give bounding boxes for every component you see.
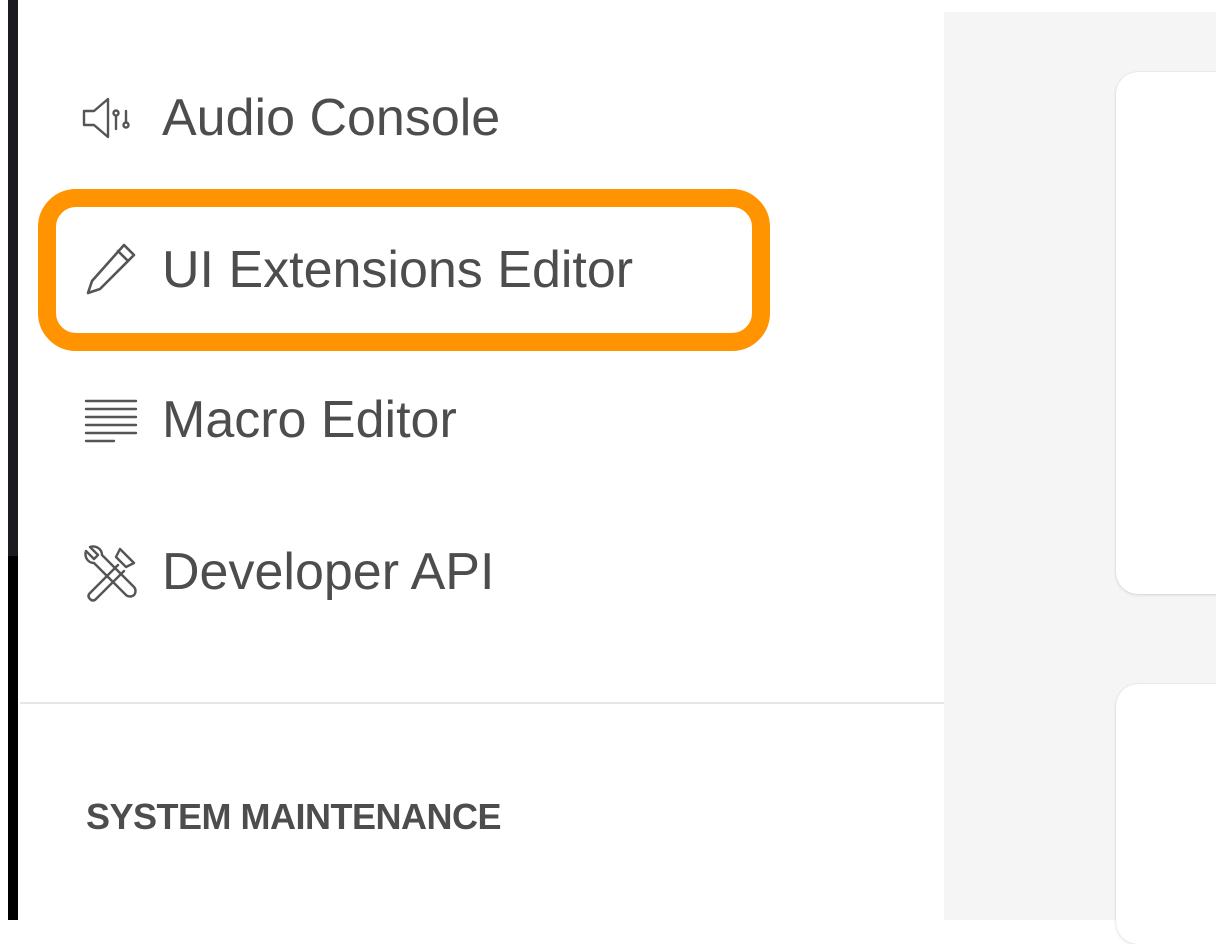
dark-edge-bar-top bbox=[8, 0, 18, 556]
main-content bbox=[944, 12, 1216, 944]
sidebar-item-label: Audio Console bbox=[162, 89, 501, 147]
window-left-edge bbox=[0, 0, 20, 920]
sidebar-item-label: UI Extensions Editor bbox=[162, 241, 634, 299]
content-card bbox=[1116, 684, 1216, 944]
sidebar-divider bbox=[20, 702, 944, 704]
section-heading-system-maintenance: SYSTEM MAINTENANCE bbox=[86, 796, 502, 837]
sidebar-item-developer-api[interactable]: Developer API bbox=[80, 532, 494, 612]
sidebar-item-ui-extensions-editor[interactable]: UI Extensions Editor bbox=[80, 230, 633, 310]
sidebar-item-audio-console[interactable]: Audio Console bbox=[80, 78, 500, 158]
sidebar-item-label: Macro Editor bbox=[162, 391, 457, 449]
sidebar: Audio Console UI Extensions Editor Macro… bbox=[20, 0, 944, 920]
content-card bbox=[1116, 72, 1216, 594]
speaker-icon bbox=[80, 87, 142, 149]
sidebar-item-macro-editor[interactable]: Macro Editor bbox=[80, 380, 457, 460]
lines-icon bbox=[80, 389, 142, 451]
pencil-icon bbox=[80, 239, 142, 301]
content-top-strip bbox=[944, 0, 1216, 12]
tools-icon bbox=[80, 541, 142, 603]
sidebar-item-label: Developer API bbox=[162, 543, 495, 601]
